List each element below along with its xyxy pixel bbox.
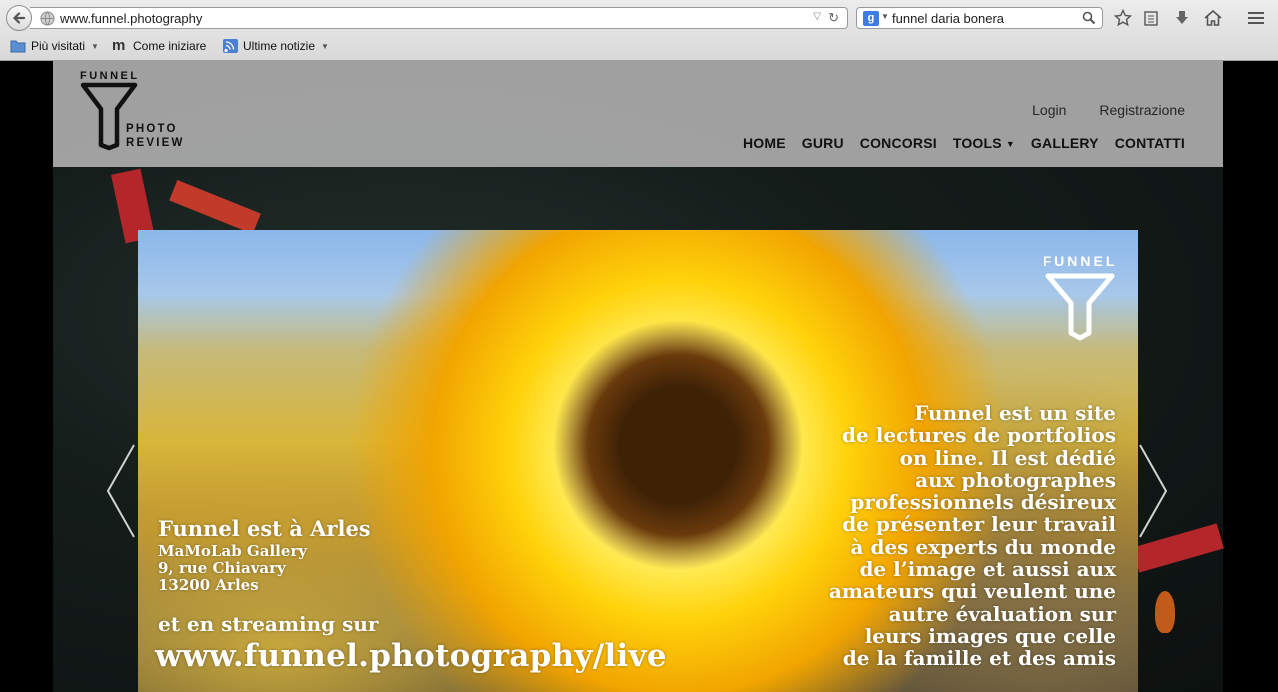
bookmark-label: Più visitati — [31, 39, 86, 53]
caret-down-icon: ▼ — [1005, 139, 1015, 149]
rss-icon — [223, 39, 238, 53]
nav-tools[interactable]: TOOLS ▼ — [953, 135, 1015, 151]
event-info: Funnel est à Arles MaMoLab Gallery 9, ru… — [155, 516, 667, 674]
address-bar[interactable]: www.funnel.photography ▽ ↻ — [30, 7, 848, 29]
watermark-text: FUNNEL — [1044, 253, 1116, 269]
description-line: on line. Il est dédié — [899, 445, 1116, 470]
search-bar[interactable]: g ▼ funnel daria bonera — [856, 7, 1103, 29]
bookmark-come-iniziare[interactable]: m Come iniziare — [112, 37, 207, 54]
site-description: Funnel est un site de lectures de portfo… — [756, 402, 1116, 670]
hero-slide: FUNNEL Funnel est à Arles MaMoLab Galler… — [138, 230, 1138, 692]
carousel-prev-arrow-icon[interactable] — [104, 441, 138, 541]
logo-photo-text: PHOTO — [126, 123, 178, 135]
url-history-dropdown-icon[interactable]: ▽ — [813, 11, 821, 22]
browser-chrome: www.funnel.photography ▽ ↻ g ▼ funnel da… — [0, 0, 1278, 61]
url-text[interactable]: www.funnel.photography — [60, 11, 202, 26]
register-link[interactable]: Registrazione — [1099, 102, 1185, 118]
description-line: professionnels désireux — [850, 490, 1116, 515]
description-line: de l’image et aussi aux — [859, 557, 1116, 582]
nav-gallery[interactable]: GALLERY — [1031, 135, 1099, 151]
description-line: autre évaluation sur — [888, 601, 1116, 626]
description-line: aux photographes — [915, 467, 1116, 492]
description-line: à des experts du monde — [850, 534, 1116, 559]
bookmark-label: Ultime notizie — [243, 39, 316, 53]
chevron-down-icon: ▼ — [321, 41, 329, 51]
funnel-watermark-logo: FUNNEL — [1044, 253, 1116, 341]
bookmarks-toolbar: Più visitati ▼ m Come iniziare Ultime no… — [0, 36, 1278, 60]
reload-icon[interactable]: ↻ — [828, 10, 839, 26]
folder-icon — [10, 40, 26, 53]
bookmark-piu-visitati[interactable]: Più visitati ▼ — [10, 39, 99, 53]
web-page: FUNNEL PHOTO REVIEW Login Registrazione … — [0, 61, 1278, 692]
description-line: de présenter leur travail — [842, 512, 1116, 537]
description-line: de lectures de portfolios — [842, 423, 1116, 448]
search-input[interactable]: funnel daria bonera — [892, 11, 1004, 26]
carousel-next-arrow-icon[interactable] — [1136, 441, 1170, 541]
address-line: MaMoLab Gallery — [158, 542, 307, 560]
nav-tools-label: TOOLS — [952, 135, 1002, 151]
event-heading: Funnel est à Arles — [158, 516, 371, 541]
back-arrow-icon — [12, 12, 26, 24]
funnel-photo-review-logo[interactable]: FUNNEL PHOTO REVIEW — [80, 69, 205, 151]
account-links: Login Registrazione — [1032, 102, 1185, 118]
bookmark-ultime-notizie[interactable]: Ultime notizie ▼ — [222, 39, 329, 53]
address-line: 13200 Arles — [158, 576, 259, 594]
search-engine-dropdown-icon[interactable]: ▼ — [881, 12, 889, 21]
back-button[interactable] — [6, 5, 32, 31]
nav-home[interactable]: HOME — [743, 135, 786, 151]
address-line: 9, rue Chiavary — [158, 559, 286, 577]
google-icon[interactable]: g — [863, 11, 879, 26]
description-line: leurs images que celle — [864, 623, 1116, 648]
navigation-toolbar: www.funnel.photography ▽ ↻ g ▼ funnel da… — [0, 0, 1278, 36]
m-icon: m — [112, 37, 126, 54]
nav-concorsi[interactable]: CONCORSI — [860, 135, 937, 151]
main-navigation: HOME GURU CONCORSI TOOLS ▼ GALLERY CONTAT… — [743, 135, 1185, 151]
description-line: amateurs qui veulent une — [828, 579, 1116, 604]
logo-review-text: REVIEW — [126, 137, 185, 149]
background-plane-part — [1155, 591, 1175, 633]
star-bookmark-icon[interactable] — [1113, 8, 1133, 28]
nav-guru[interactable]: GURU — [802, 135, 844, 151]
logo-funnel-text: FUNNEL — [80, 70, 140, 82]
menu-icon[interactable] — [1246, 8, 1266, 28]
search-icon[interactable] — [1082, 11, 1096, 25]
bookmarks-list-icon[interactable] — [1141, 8, 1161, 28]
streaming-label: et en streaming sur — [158, 612, 379, 636]
stream-url-link[interactable]: www.funnel.photography/live — [155, 638, 667, 674]
home-icon[interactable] — [1203, 8, 1223, 28]
download-icon[interactable] — [1172, 8, 1192, 28]
globe-icon — [40, 11, 55, 26]
chevron-down-icon: ▼ — [91, 41, 99, 51]
bookmark-label: Come iniziare — [133, 39, 207, 53]
login-link[interactable]: Login — [1032, 102, 1066, 118]
nav-contatti[interactable]: CONTATTI — [1115, 135, 1185, 151]
description-line: Funnel est un site — [914, 401, 1116, 425]
event-address: MaMoLab Gallery 9, rue Chiavary 13200 Ar… — [158, 543, 667, 594]
description-line: de la famille et des amis — [842, 646, 1116, 671]
site-header: FUNNEL PHOTO REVIEW Login Registrazione … — [53, 61, 1223, 167]
